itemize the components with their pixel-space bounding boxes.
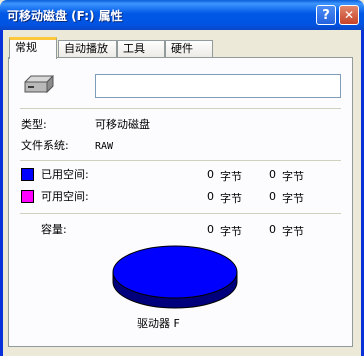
used-space-label: 已用空间:: [41, 168, 89, 181]
close-icon: ✕: [343, 8, 355, 22]
free-space-label: 可用空间:: [41, 190, 89, 203]
drive-letter-label: 驱动器 F: [137, 317, 180, 330]
type-value: 可移动磁盘: [95, 118, 150, 131]
used-space-color-swatch: [21, 168, 34, 181]
help-button[interactable]: ?: [316, 5, 336, 25]
free-space-bytes-unit: 字节: [220, 192, 242, 205]
free-space-bytes: 0: [207, 190, 214, 203]
tab-label: 硬件: [171, 42, 193, 55]
properties-window: 可移动磁盘 (F:) 属性 ? ✕ 常规 自动播放 工具 硬件 类型: 可移动磁…: [0, 0, 364, 356]
separator: [20, 108, 341, 109]
tab-label: 自动播放: [64, 42, 108, 55]
used-space-bytes-unit: 字节: [220, 170, 242, 183]
used-space-bytes: 0: [207, 168, 214, 181]
used-space-size-unit: 字节: [282, 170, 304, 183]
help-icon: ?: [322, 8, 330, 23]
capacity-bytes: 0: [207, 223, 214, 236]
free-space-size: 0: [269, 190, 276, 203]
removable-drive-icon: [24, 74, 54, 94]
capacity-size: 0: [269, 223, 276, 236]
capacity-label: 容量:: [41, 223, 67, 236]
tab-tools[interactable]: 工具: [117, 40, 165, 57]
disk-usage-pie: [112, 245, 238, 309]
capacity-bytes-unit: 字节: [220, 225, 242, 238]
file-system-value: RAW: [95, 141, 114, 152]
free-space-color-swatch: [21, 190, 34, 203]
tab-autoplay[interactable]: 自动播放: [58, 40, 117, 57]
separator: [20, 160, 341, 161]
title-bar[interactable]: 可移动磁盘 (F:) 属性 ? ✕: [0, 0, 364, 30]
capacity-size-unit: 字节: [282, 225, 304, 238]
type-label: 类型:: [21, 118, 47, 131]
tab-hardware[interactable]: 硬件: [165, 40, 213, 57]
used-space-size: 0: [269, 168, 276, 181]
window-frame-left: [0, 30, 3, 356]
tab-label: 常规: [15, 41, 37, 54]
tab-general[interactable]: 常规: [9, 37, 57, 59]
close-button[interactable]: ✕: [339, 5, 359, 25]
window-title: 可移动磁盘 (F:) 属性: [7, 9, 123, 23]
separator: [20, 213, 341, 214]
drive-name-input[interactable]: [95, 74, 341, 98]
file-system-label: 文件系统:: [21, 139, 69, 152]
free-space-size-unit: 字节: [282, 192, 304, 205]
tab-label: 工具: [123, 42, 145, 55]
